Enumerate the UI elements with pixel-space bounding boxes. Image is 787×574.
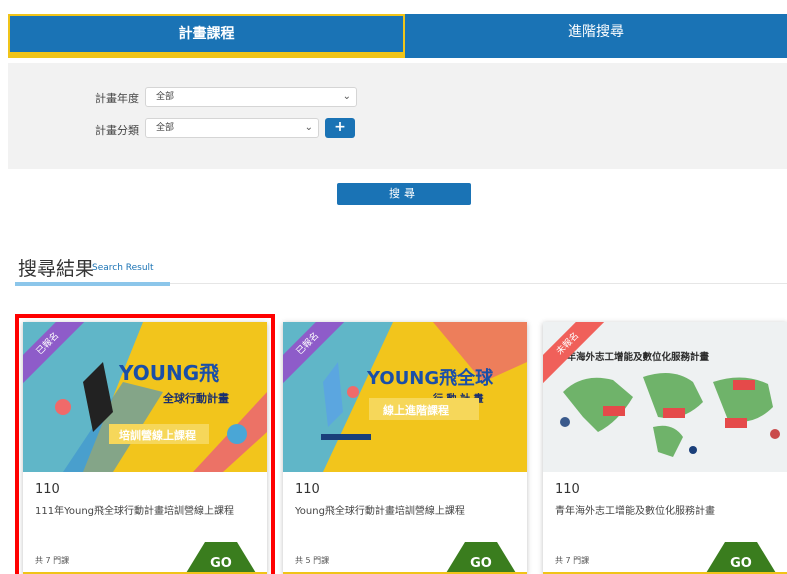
card-year: 110 xyxy=(295,482,320,497)
image-banner: 線上進階課程 xyxy=(383,403,449,417)
card-year: 110 xyxy=(555,482,580,497)
card-title[interactable]: 青年海外志工增能及數位化服務計畫 xyxy=(555,502,715,517)
course-count: 共 7 門課 xyxy=(35,556,70,565)
image-title-line2: 全球行動計畫 xyxy=(162,391,229,405)
logo-mark xyxy=(321,434,371,440)
tab-bar: 計畫課程 進階搜尋 xyxy=(8,14,787,58)
results-subtitle: Search Result xyxy=(92,263,154,273)
course-card[interactable]: 青年海外志工增能及數位化服務計畫 未報名 110 青年海外志工增能及數位化服務計… xyxy=(543,322,787,574)
course-card[interactable]: YOUNG飛 全球行動計畫 培訓營線上課程 已報名 110 111年Young飛… xyxy=(15,314,275,574)
year-select-value: 全部 xyxy=(156,92,175,102)
results-title: 搜尋結果 xyxy=(18,258,95,280)
card-title[interactable]: 111年Young飛全球行動計畫培訓營線上課程 xyxy=(35,502,234,517)
tab-plan-courses[interactable]: 計畫課程 xyxy=(8,14,405,58)
course-count: 共 7 門課 xyxy=(555,556,590,565)
category-select-value: 全部 xyxy=(156,123,175,133)
go-button[interactable]: GO xyxy=(703,542,779,574)
course-card[interactable]: YOUNG飛全球 行 動 計 畫 線上進階課程 已報名 110 Young飛全球… xyxy=(283,322,527,574)
category-select[interactable]: 全部 ⌄ xyxy=(145,118,319,138)
logo-mark xyxy=(689,446,697,454)
image-banner: 培訓營線上課程 xyxy=(119,428,196,442)
chevron-down-icon: ⌄ xyxy=(342,91,351,102)
search-button[interactable]: 搜尋 xyxy=(337,183,471,205)
search-form-panel xyxy=(8,63,787,169)
card-title[interactable]: Young飛全球行動計畫培訓營線上課程 xyxy=(295,502,465,517)
year-label: 計畫年度 xyxy=(95,92,139,105)
tab-advanced-search[interactable]: 進階搜尋 xyxy=(405,14,787,58)
go-button[interactable]: GO xyxy=(183,542,259,574)
category-label: 計畫分類 xyxy=(95,124,139,137)
image-title-line1: YOUNG飛全球 xyxy=(366,367,494,389)
add-category-button[interactable]: + xyxy=(325,118,355,138)
course-count: 共 5 門課 xyxy=(295,556,330,565)
image-title-line1: 青年海外志工增能及數位化服務計畫 xyxy=(557,351,710,363)
year-select[interactable]: 全部 ⌄ xyxy=(145,87,357,107)
image-title-line1: YOUNG飛 xyxy=(118,361,219,385)
card-year: 110 xyxy=(35,482,60,497)
go-button[interactable]: GO xyxy=(443,542,519,574)
results-underline xyxy=(15,282,170,286)
chevron-down-icon: ⌄ xyxy=(304,122,313,133)
